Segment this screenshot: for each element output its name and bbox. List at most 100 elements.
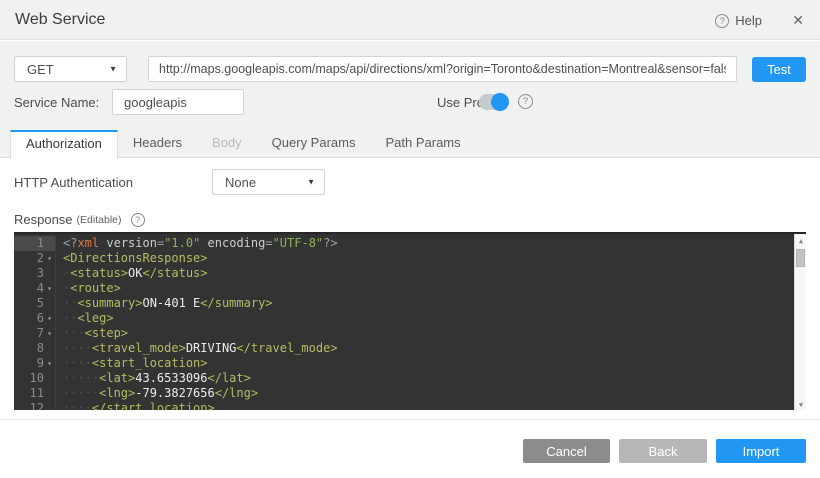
line-number: 11 xyxy=(30,386,44,401)
fold-spacer xyxy=(44,236,55,251)
proxy-help-icon[interactable]: ? xyxy=(518,94,533,109)
page-title: Web Service xyxy=(15,11,105,29)
code-text: ·····<lng>-79.3827656</lng> xyxy=(56,386,794,401)
line-gutter: 10 xyxy=(14,371,56,386)
fold-arrow-icon[interactable]: ▾ xyxy=(44,251,55,266)
scroll-down-icon[interactable]: ▼ xyxy=(795,399,806,410)
fold-arrow-icon[interactable]: ▾ xyxy=(44,281,55,296)
line-gutter: 11 xyxy=(14,386,56,401)
line-gutter: 12 xyxy=(14,401,56,410)
response-help-icon[interactable]: ? xyxy=(131,213,145,227)
cancel-button[interactable]: Cancel xyxy=(523,439,610,463)
footer-actions: Cancel Back Import xyxy=(523,439,806,463)
tab-body[interactable]: Body xyxy=(197,130,257,158)
response-header: Response (Editable) ? xyxy=(14,212,145,227)
code-text: <?xml version="1.0" encoding="UTF-8"?> xyxy=(56,236,794,251)
code-text: ·<route> xyxy=(56,281,794,296)
service-name-label: Service Name: xyxy=(14,95,99,110)
dialog-header: Web Service ? Help ✕ xyxy=(0,0,820,40)
code-text: ····</start_location> xyxy=(56,401,794,410)
code-line: 10 ·····<lat>43.6533096</lat> xyxy=(14,371,794,386)
fold-spacer xyxy=(44,401,55,410)
import-button[interactable]: Import xyxy=(716,439,806,463)
code-line: 3·<status>OK</status> xyxy=(14,266,794,281)
code-text: ·<status>OK</status> xyxy=(56,266,794,281)
fold-spacer xyxy=(44,371,55,386)
line-gutter: 8 xyxy=(14,341,56,356)
fold-spacer xyxy=(44,341,55,356)
line-number: 10 xyxy=(30,371,44,386)
fold-spacer xyxy=(44,386,55,401)
line-gutter: 9▾ xyxy=(14,356,56,371)
help-icon: ? xyxy=(715,14,729,28)
footer-divider xyxy=(0,419,820,420)
http-authentication-select[interactable]: None ▼ xyxy=(212,169,325,195)
code-line: 12 ····</start_location> xyxy=(14,401,794,410)
line-number: 2 xyxy=(37,251,44,266)
line-number: 4 xyxy=(37,281,44,296)
scrollbar-thumb[interactable] xyxy=(796,249,805,267)
line-number: 7 xyxy=(37,326,44,341)
request-section: GET ▼ Test Service Name: Use Proxy: ? xyxy=(0,41,820,130)
line-gutter: 6▾ xyxy=(14,311,56,326)
use-proxy-toggle[interactable] xyxy=(479,94,508,110)
test-button[interactable]: Test xyxy=(752,57,806,82)
help-label: Help xyxy=(735,13,762,28)
code-line: 8 ····<travel_mode>DRIVING</travel_mode> xyxy=(14,341,794,356)
code-line: 5 ··<summary>ON-401 E</summary> xyxy=(14,296,794,311)
fold-spacer xyxy=(44,266,55,281)
code-line: 6▾··<leg> xyxy=(14,311,794,326)
tab-authorization[interactable]: Authorization xyxy=(10,130,118,159)
tab-query-params[interactable]: Query Params xyxy=(257,130,371,158)
code-text: ··<leg> xyxy=(56,311,794,326)
editor-scrollbar[interactable]: ▲ ▼ xyxy=(794,234,806,410)
toggle-knob-icon xyxy=(491,93,509,111)
code-text: ··<summary>ON-401 E</summary> xyxy=(56,296,794,311)
tab-headers[interactable]: Headers xyxy=(118,130,197,158)
code-text: ···<step> xyxy=(56,326,794,341)
code-text: ·····<lat>43.6533096</lat> xyxy=(56,371,794,386)
line-number: 8 xyxy=(37,341,44,356)
line-gutter: 7▾ xyxy=(14,326,56,341)
code-line: 1 <?xml version="1.0" encoding="UTF-8"?> xyxy=(14,236,794,251)
line-number: 5 xyxy=(37,296,44,311)
close-icon[interactable]: ✕ xyxy=(792,12,804,29)
code-text: ····<travel_mode>DRIVING</travel_mode> xyxy=(56,341,794,356)
line-gutter: 4▾ xyxy=(14,281,56,296)
tab-bar: AuthorizationHeadersBodyQuery ParamsPath… xyxy=(0,130,820,158)
line-number: 6 xyxy=(37,311,44,326)
scroll-up-icon[interactable]: ▲ xyxy=(795,235,806,247)
fold-arrow-icon[interactable]: ▾ xyxy=(44,356,55,371)
back-button[interactable]: Back xyxy=(619,439,707,463)
code-line: 7▾···<step> xyxy=(14,326,794,341)
code-text: ····<start_location> xyxy=(56,356,794,371)
fold-arrow-icon[interactable]: ▾ xyxy=(44,326,55,341)
response-editable-label: (Editable) xyxy=(77,214,122,226)
response-label: Response xyxy=(14,212,73,227)
code-lines: 1<?xml version="1.0" encoding="UTF-8"?>2… xyxy=(14,236,794,410)
line-gutter: 1 xyxy=(14,236,56,251)
response-code-editor[interactable]: 1<?xml version="1.0" encoding="UTF-8"?>2… xyxy=(14,232,806,410)
http-method-select[interactable]: GET ▼ xyxy=(14,56,127,82)
http-authentication-label: HTTP Authentication xyxy=(14,175,133,190)
code-line: 9▾····<start_location> xyxy=(14,356,794,371)
line-gutter: 3 xyxy=(14,266,56,281)
code-line: 4▾·<route> xyxy=(14,281,794,296)
help-button[interactable]: ? Help xyxy=(715,13,762,28)
line-gutter: 5 xyxy=(14,296,56,311)
web-service-dialog: Web Service ? Help ✕ GET ▼ Test Service … xyxy=(0,0,820,478)
service-name-input[interactable] xyxy=(112,89,244,115)
line-number: 9 xyxy=(37,356,44,371)
line-number: 1 xyxy=(37,236,44,251)
url-input[interactable] xyxy=(148,56,737,82)
code-line: 2▾<DirectionsResponse> xyxy=(14,251,794,266)
fold-spacer xyxy=(44,296,55,311)
chevron-down-icon: ▼ xyxy=(109,65,117,74)
fold-arrow-icon[interactable]: ▾ xyxy=(44,311,55,326)
line-gutter: 2▾ xyxy=(14,251,56,266)
tab-path-params[interactable]: Path Params xyxy=(370,130,475,158)
code-text: <DirectionsResponse> xyxy=(56,251,794,266)
line-number: 12 xyxy=(30,401,44,410)
chevron-down-icon: ▼ xyxy=(307,178,315,187)
code-line: 11 ·····<lng>-79.3827656</lng> xyxy=(14,386,794,401)
